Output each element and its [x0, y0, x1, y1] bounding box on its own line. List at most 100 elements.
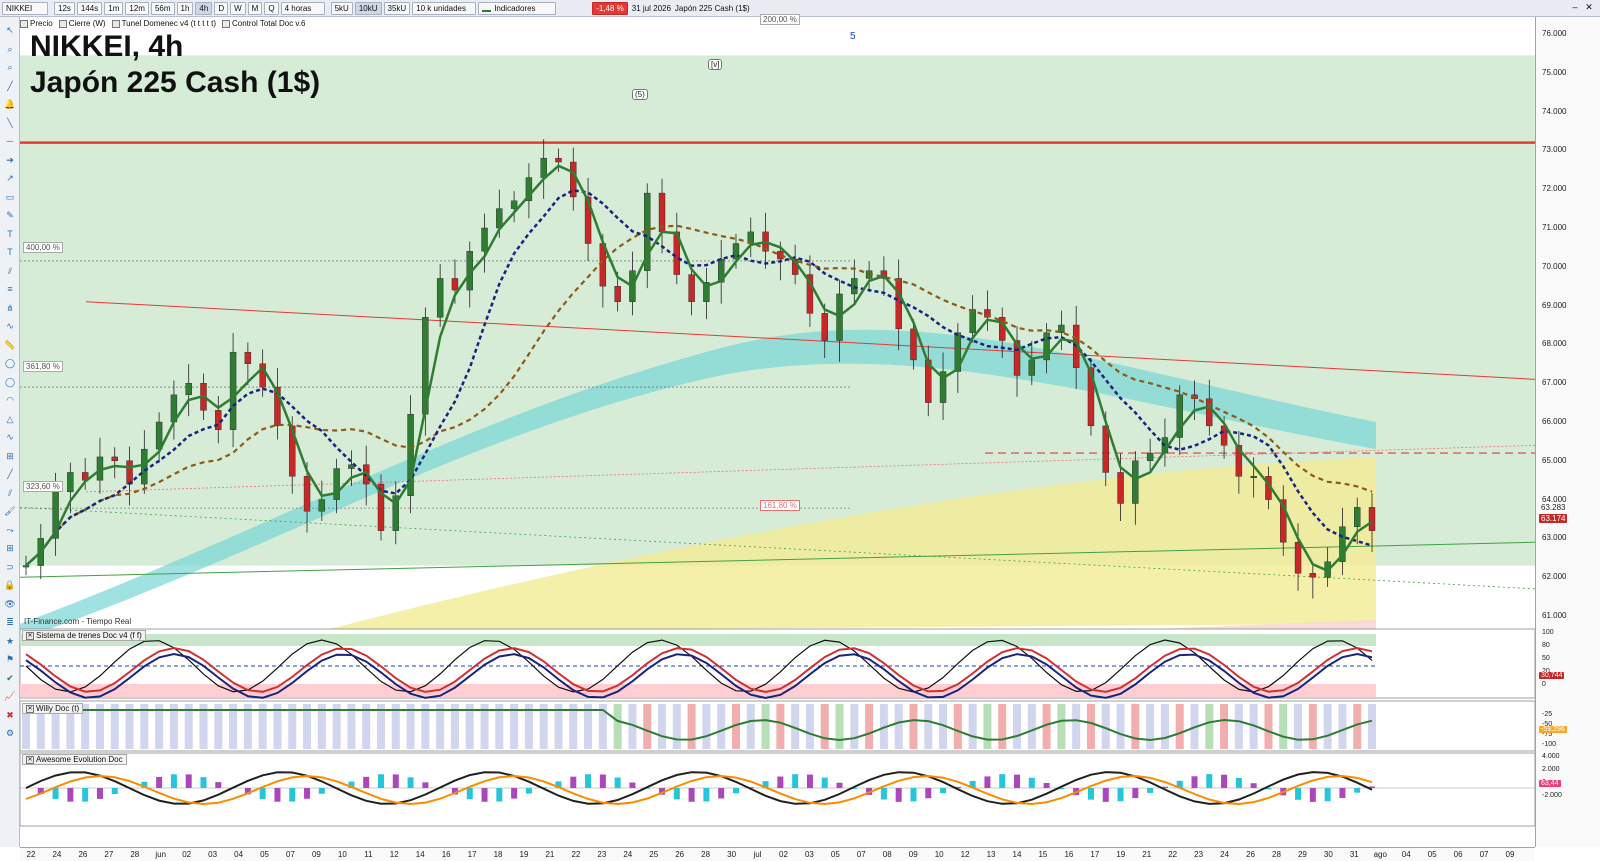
timeframe-button[interactable]: 4h — [195, 1, 213, 15]
timeframe-button[interactable]: 144s — [76, 1, 103, 15]
legend-item[interactable]: Control Total Doc v.6 — [221, 19, 306, 28]
circle-icon[interactable]: ◯ — [4, 377, 16, 387]
grid-icon[interactable]: ⊞ — [4, 543, 16, 553]
path-icon[interactable]: ⤳ — [4, 525, 16, 535]
timeframe-button[interactable]: 1m — [104, 1, 124, 15]
price-tick-label: 65.000 — [1542, 455, 1567, 465]
pane-close-icon[interactable]: ✕ — [26, 755, 34, 764]
candle-body — [895, 278, 902, 330]
pane-label-willy: ✕ Willy Doc (t) — [22, 703, 84, 714]
period-select[interactable]: 4 horas — [280, 1, 325, 15]
awesome-histogram-bar — [925, 788, 932, 799]
timeframe-button[interactable]: W — [230, 1, 246, 15]
timeframe-button[interactable]: Q — [264, 1, 279, 15]
legend-checkbox-icon[interactable] — [111, 19, 120, 28]
awesome-histogram-bar — [836, 782, 843, 788]
brush-icon[interactable]: 🖌 — [4, 506, 16, 516]
triangle-icon[interactable]: △ — [4, 414, 16, 424]
candle-body — [1028, 359, 1036, 376]
volume-button[interactable]: 10kU — [354, 1, 382, 15]
text2-icon[interactable]: T — [4, 247, 16, 257]
willy-bar — [1264, 704, 1273, 749]
awesome-histogram-bar — [318, 788, 325, 794]
cursor-icon[interactable]: ↖ — [4, 25, 16, 35]
delete-icon[interactable]: ✖ — [4, 710, 16, 720]
check-icon[interactable]: ✔ — [4, 673, 16, 683]
pen-icon[interactable]: ✎ — [4, 210, 16, 220]
star-icon[interactable]: ★ — [4, 636, 16, 646]
volume-button[interactable]: 35kU — [383, 1, 411, 15]
wave-icon[interactable]: ∿ — [4, 432, 16, 442]
alert-icon[interactable]: 🔔 — [4, 99, 16, 109]
arrow-icon[interactable]: ➔ — [4, 155, 16, 165]
awesome-histogram-bar — [629, 782, 636, 788]
date-tick-label: 04 — [234, 850, 244, 859]
candle-body — [333, 468, 340, 500]
chart-icon[interactable]: 📈 — [4, 691, 16, 701]
text-icon[interactable]: T — [4, 229, 16, 239]
pane-tick-label: -2.000 — [1542, 792, 1562, 799]
layers-icon[interactable]: ≣ — [4, 617, 16, 627]
ray-icon[interactable]: ↗ — [4, 173, 16, 183]
legend-checkbox-icon[interactable] — [221, 19, 230, 28]
ellipse-icon[interactable]: ◯ — [4, 358, 16, 368]
timeframe-button[interactable]: 12s — [54, 1, 75, 15]
date-tick-label: 27 — [104, 850, 114, 859]
channel2-icon[interactable]: ⫽ — [4, 488, 16, 498]
units-select[interactable]: 10 k unidades — [412, 1, 477, 15]
awesome-histogram-bar — [422, 782, 429, 788]
close-icon[interactable]: ✕ — [1584, 2, 1594, 12]
magnet-icon[interactable]: ⊃ — [4, 562, 16, 572]
cycle-icon[interactable]: ∿ — [4, 321, 16, 331]
date-tick-label: 21 — [545, 850, 555, 859]
flag-icon[interactable]: ⚑ — [4, 654, 16, 664]
line-tool-icon[interactable]: ╲ — [4, 118, 16, 128]
measure-icon[interactable]: ╱ — [4, 81, 16, 91]
volume-button[interactable]: 5kU — [330, 1, 353, 15]
minimize-icon[interactable]: – — [1570, 2, 1580, 12]
legend-checkbox-icon[interactable] — [20, 19, 28, 28]
timeframe-button[interactable]: 1h — [176, 1, 194, 15]
symbol-selector[interactable]: NIKKEI — [2, 1, 48, 15]
timeframe-button[interactable]: D — [214, 1, 229, 15]
indicators-button[interactable]: Indicadores — [478, 1, 557, 15]
arc-icon[interactable]: ◠ — [4, 395, 16, 405]
pitchfork-icon[interactable]: ⋔ — [4, 303, 16, 313]
date-axis[interactable]: 22 24 26 27 28 jun 02 03 04 05 07 09 10 11 12 14 16 17 18 1… — [20, 847, 1535, 861]
willy-bar — [1027, 704, 1036, 749]
awesome-histogram-bar — [732, 788, 739, 794]
timeframe-button[interactable]: 56m — [150, 1, 175, 15]
channel-icon[interactable]: ⫽ — [4, 266, 16, 276]
settings-icon[interactable]: ⚙ — [4, 728, 16, 738]
zoom-icon[interactable]: ⌕ — [4, 44, 16, 54]
legend-item[interactable]: Cierre (W) — [58, 19, 106, 28]
willy-bar — [643, 704, 652, 749]
willy-bar — [1338, 704, 1347, 749]
main-chart[interactable] — [20, 30, 1535, 847]
price-tick-label: 66.000 — [1542, 417, 1567, 426]
pane-close-icon[interactable]: ✕ — [26, 631, 34, 640]
ruler-icon[interactable]: 📏 — [4, 340, 16, 350]
fib-icon[interactable]: ≡ — [4, 284, 16, 294]
pane-close-icon[interactable]: ✕ — [26, 704, 34, 713]
legend-item[interactable]: Tunel Domenec v4 (t t t t t) — [111, 19, 216, 28]
rect-icon[interactable]: ▭ — [4, 192, 16, 202]
awesome-histogram-bar — [259, 788, 266, 800]
willy-bar — [1279, 704, 1288, 749]
date-tick-label: 07 — [856, 850, 866, 859]
legend-item[interactable]: Precio — [20, 19, 53, 28]
price-axis[interactable]: 76.000 75.000 74.000 73.000 72.000 71.000 70.0… — [1535, 17, 1600, 847]
willy-bar — [613, 704, 622, 749]
zoom-out-icon[interactable]: ⌕ — [4, 62, 16, 72]
wave-label-5-paren: (5) — [632, 89, 648, 100]
timeframe-button[interactable]: 12m — [125, 1, 149, 15]
trend-icon[interactable]: ╱ — [4, 469, 16, 479]
eye-icon[interactable]: 👁 — [4, 599, 16, 609]
lock-icon[interactable]: 🔒 — [4, 580, 16, 590]
timeframe-button[interactable]: M — [247, 1, 263, 15]
date-tick-label: 02 — [182, 850, 192, 859]
hline-icon[interactable]: ─ — [4, 136, 16, 146]
pane-tick-label: 2.000 — [1542, 766, 1560, 773]
gann-icon[interactable]: ⊞ — [4, 451, 16, 461]
legend-checkbox-icon[interactable] — [58, 19, 67, 28]
